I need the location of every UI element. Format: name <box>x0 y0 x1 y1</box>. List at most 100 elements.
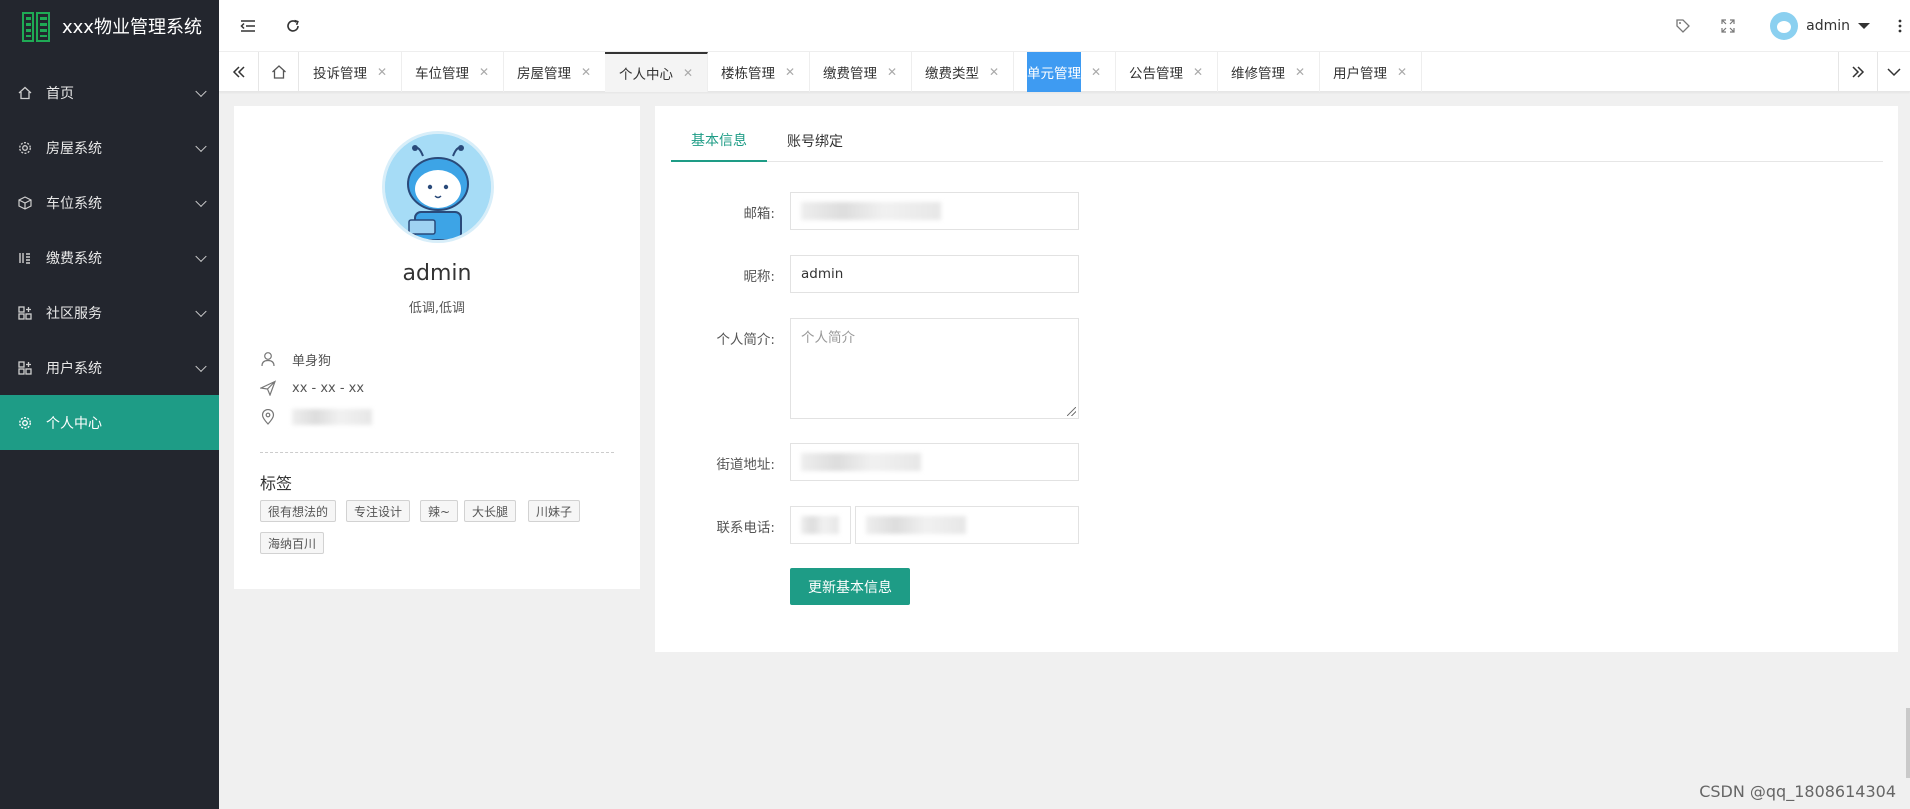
nickname-field[interactable]: admin <box>790 255 1079 293</box>
profile-tag[interactable]: 辣~ <box>420 500 459 522</box>
sidebar-item-label: 缴费系统 <box>46 250 102 267</box>
tab-units[interactable]: 单元管理 ✕ <box>1013 52 1117 92</box>
close-icon[interactable]: ✕ <box>581 65 591 79</box>
page-scrollbar[interactable] <box>1906 708 1910 778</box>
tabs-menu-chevron-down-icon[interactable] <box>1878 52 1910 92</box>
tab-buildings[interactable]: 楼栋管理 ✕ <box>707 52 811 92</box>
profile-tag[interactable]: 海纳百川 <box>260 532 325 554</box>
tab-repairs[interactable]: 维修管理 ✕ <box>1217 52 1321 92</box>
tab-complaints[interactable]: 投诉管理 ✕ <box>299 52 403 92</box>
more-vertical-icon[interactable] <box>1892 14 1908 38</box>
profile-signature: 低调,低调 <box>408 301 466 316</box>
tab-profile[interactable]: 个人中心 ✕ <box>605 52 709 92</box>
form-tabs: 基本信息 账号绑定 <box>671 120 1883 162</box>
page-tabs-bar: 投诉管理 ✕ 车位管理 ✕ 房屋管理 ✕ 个人中心 ✕ 楼栋管理 ✕ 缴费管理 ✕ 缴费类型… <box>219 52 1910 92</box>
chevron-down-icon <box>195 360 207 372</box>
redacted-address <box>801 453 921 471</box>
chevron-down-icon <box>195 140 207 152</box>
close-icon[interactable]: ✕ <box>1397 65 1407 79</box>
sidebar-item-housing[interactable]: 房屋系统 <box>0 120 219 175</box>
profile-role-row: 单身狗 <box>260 349 331 369</box>
caret-down-icon <box>1858 23 1870 29</box>
sidebar-item-community[interactable]: 社区服务 <box>0 285 219 340</box>
email-field[interactable] <box>790 192 1079 230</box>
collapse-sidebar-icon[interactable] <box>236 14 260 38</box>
tab-users[interactable]: 用户管理 ✕ <box>1319 52 1423 92</box>
sidebar-item-users[interactable]: 用户系统 <box>0 340 219 395</box>
close-icon[interactable]: ✕ <box>785 65 795 79</box>
tab-announcements[interactable]: 公告管理 ✕ <box>1115 52 1219 92</box>
resize-handle-icon[interactable] <box>1067 407 1076 416</box>
update-basic-info-button[interactable]: 更新基本信息 <box>790 568 910 605</box>
username: admin <box>1806 18 1850 34</box>
bio-textarea[interactable]: 个人简介 <box>790 318 1079 419</box>
building-logo-icon <box>22 10 54 42</box>
profile-avatar[interactable] <box>382 131 494 243</box>
sidebar-item-label: 个人中心 <box>46 415 102 432</box>
chevron-down-icon <box>195 195 207 207</box>
tab-housing[interactable]: 房屋管理 ✕ <box>503 52 607 92</box>
cube-icon <box>18 195 32 210</box>
chevron-down-icon <box>195 250 207 262</box>
tab-basic-info[interactable]: 基本信息 <box>671 120 767 162</box>
profile-birthday-row: xx - xx - xx <box>260 378 364 398</box>
user-menu[interactable]: admin <box>1770 12 1870 40</box>
watermark: CSDN @qq_1808614304 <box>1699 782 1896 801</box>
profile-tag[interactable]: 大长腿 <box>464 500 517 522</box>
sidebar-item-home[interactable]: 首页 <box>0 65 219 120</box>
close-icon[interactable]: ✕ <box>479 65 489 79</box>
home-icon <box>18 86 32 100</box>
home-tab-icon[interactable] <box>259 52 299 92</box>
sidebar-item-label: 房屋系统 <box>46 140 102 157</box>
tabs-scroll-right-icon[interactable] <box>1838 52 1878 92</box>
bio-placeholder: 个人简介 <box>801 330 855 346</box>
redacted-email <box>801 202 941 220</box>
sidebar-item-payment[interactable]: 缴费系统 <box>0 230 219 285</box>
close-icon[interactable]: ✕ <box>1295 65 1305 79</box>
sidebar-item-label: 车位系统 <box>46 195 102 212</box>
close-icon[interactable]: ✕ <box>887 65 897 79</box>
apps-icon <box>18 360 32 375</box>
apps-icon <box>18 305 32 320</box>
close-icon[interactable]: ✕ <box>1193 65 1203 79</box>
close-icon[interactable]: ✕ <box>377 65 387 79</box>
phone-label: 联系电话: <box>716 520 775 536</box>
fullscreen-icon[interactable] <box>1716 14 1740 38</box>
location-pin-icon <box>260 409 276 425</box>
ledger-icon <box>18 251 32 265</box>
tabs-scroll-left-icon[interactable] <box>219 52 259 92</box>
profile-form-card: 基本信息 账号绑定 邮箱: 昵称: admin 个人简介: 个人简介 街道地址:… <box>655 106 1898 652</box>
redacted-phone <box>866 516 966 534</box>
sidebar: xxx物业管理系统 首页 房屋系统 车位系统 缴费系统 社区服务 用户系统 个人… <box>0 0 219 809</box>
profile-tag[interactable]: 很有想法的 <box>260 500 337 522</box>
close-icon[interactable]: ✕ <box>1091 65 1101 79</box>
tab-payments[interactable]: 缴费管理 ✕ <box>809 52 913 92</box>
chevron-down-icon <box>195 305 207 317</box>
sidebar-item-parking[interactable]: 车位系统 <box>0 175 219 230</box>
sidebar-item-label: 社区服务 <box>46 305 102 322</box>
gear-icon <box>18 416 32 430</box>
avatar <box>1770 12 1799 40</box>
phone-number-field[interactable] <box>855 506 1079 544</box>
profile-name: admin <box>402 261 472 286</box>
close-icon[interactable]: ✕ <box>683 66 693 80</box>
tab-parking[interactable]: 车位管理 ✕ <box>401 52 505 92</box>
top-header: admin <box>219 0 1910 52</box>
tab-account-binding[interactable]: 账号绑定 <box>767 120 863 162</box>
redacted-location <box>292 409 372 425</box>
profile-tag[interactable]: 川妹子 <box>528 500 581 522</box>
address-label: 街道地址: <box>716 457 775 473</box>
close-icon[interactable]: ✕ <box>989 65 999 79</box>
sidebar-item-profile[interactable]: 个人中心 <box>0 395 219 450</box>
profile-tag[interactable]: 专注设计 <box>346 500 411 522</box>
tag-icon[interactable] <box>1671 14 1695 38</box>
redacted-area-code <box>801 516 839 534</box>
address-field[interactable] <box>790 443 1079 481</box>
phone-area-code-field[interactable] <box>790 506 851 544</box>
chevron-down-icon <box>195 85 207 97</box>
app-logo[interactable]: xxx物业管理系统 <box>0 0 219 52</box>
sidebar-item-label: 用户系统 <box>46 360 102 377</box>
tab-payment-types[interactable]: 缴费类型 ✕ <box>911 52 1015 92</box>
tags-title: 标签 <box>260 474 293 493</box>
refresh-icon[interactable] <box>281 14 305 38</box>
